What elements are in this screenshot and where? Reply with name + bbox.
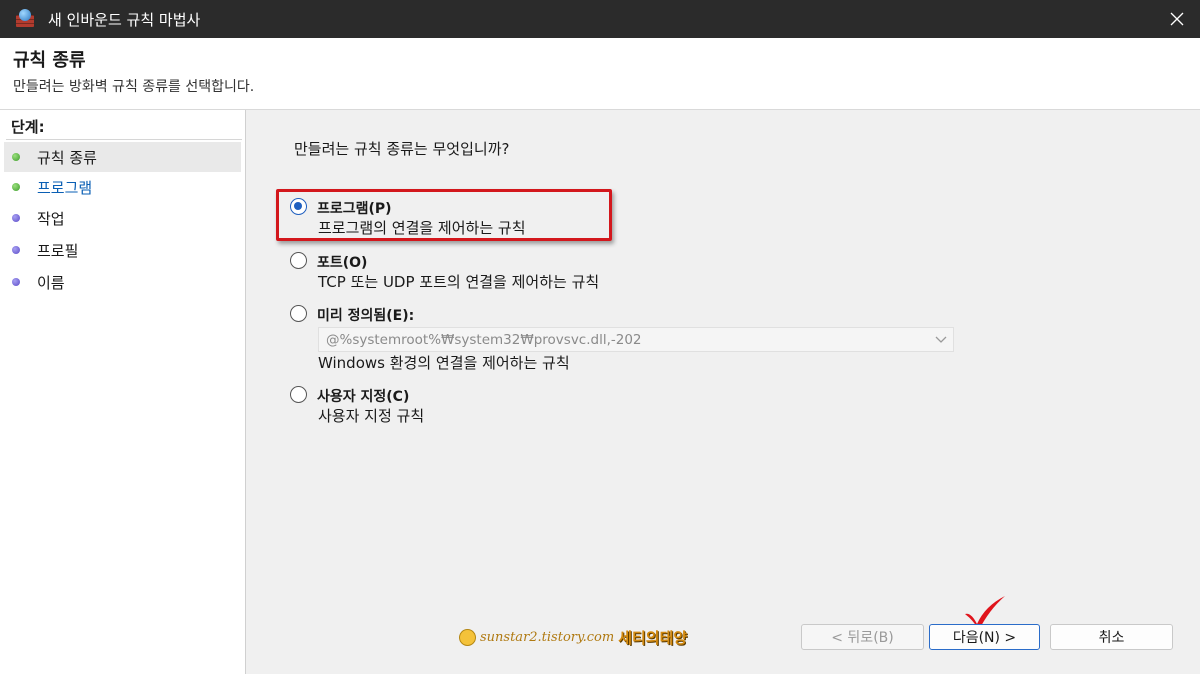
chevron-down-icon [935, 336, 947, 343]
step-label: 프로그램 [37, 178, 93, 197]
smiley-icon [459, 629, 476, 646]
predefined-select[interactable]: @%systemroot%₩system32₩provsvc.dll,-202 [318, 327, 954, 352]
radio-port[interactable] [290, 252, 307, 269]
step-pending-icon [12, 278, 20, 286]
step-program[interactable]: 프로그램 [4, 172, 241, 202]
back-button[interactable]: < 뒤로(B) [801, 624, 924, 650]
step-pending-icon [12, 246, 20, 254]
step-action[interactable]: 작업 [4, 203, 241, 233]
option-title: 미리 정의됨(E): [317, 308, 415, 324]
predefined-value: @%systemroot%₩system32₩provsvc.dll,-202 [326, 331, 642, 348]
step-done-icon [12, 183, 20, 191]
option-description: 프로그램의 연결을 제어하는 규칙 [318, 219, 526, 237]
option-title: 사용자 지정(C) [317, 389, 410, 405]
step-label: 프로필 [37, 241, 79, 260]
steps-label: 단계: [11, 118, 45, 136]
divider [6, 139, 242, 140]
option-description: TCP 또는 UDP 포트의 연결을 제어하는 규칙 [318, 273, 600, 291]
option-description: Windows 환경의 연결을 제어하는 규칙 [318, 354, 570, 372]
step-profile[interactable]: 프로필 [4, 235, 241, 265]
close-button[interactable] [1154, 0, 1200, 38]
option-title: 프로그램(P) [317, 201, 392, 217]
radio-custom[interactable] [290, 386, 307, 403]
title-bar: 새 인바운드 규칙 마법사 [0, 0, 1200, 38]
option-title: 포트(O) [317, 255, 368, 271]
step-rule-type[interactable]: 규칙 종류 [4, 142, 241, 172]
radio-program[interactable] [290, 198, 307, 215]
steps-sidebar: 단계: 규칙 종류 프로그램 작업 프로필 이름 [0, 110, 246, 674]
step-pending-icon [12, 214, 20, 222]
close-icon [1170, 12, 1184, 26]
step-done-icon [12, 153, 20, 161]
wizard-header: 규칙 종류 만들려는 방화벽 규칙 종류를 선택합니다. [0, 38, 1200, 110]
window-title: 새 인바운드 규칙 마법사 [48, 10, 201, 29]
step-label: 이름 [37, 273, 65, 292]
main-panel: 만들려는 규칙 종류는 무엇입니까? 프로그램(P) 프로그램의 연결을 제어하… [247, 110, 1200, 674]
step-label: 규칙 종류 [37, 148, 97, 167]
next-button[interactable]: 다음(N) > [929, 624, 1040, 650]
watermark: sunstar2.tistory.com 세티의태양 [459, 627, 687, 648]
question-text: 만들려는 규칙 종류는 무엇입니까? [294, 140, 510, 158]
radio-predefined[interactable] [290, 305, 307, 322]
watermark-url: sunstar2.tistory.com [480, 630, 615, 645]
cancel-button[interactable]: 취소 [1050, 624, 1173, 650]
option-description: 사용자 지정 규칙 [318, 407, 425, 425]
page-title: 규칙 종류 [13, 50, 86, 71]
page-subtitle: 만들려는 방화벽 규칙 종류를 선택합니다. [13, 79, 255, 95]
step-label: 작업 [37, 209, 65, 228]
step-name[interactable]: 이름 [4, 267, 241, 297]
watermark-name: 세티의태양 [618, 629, 688, 647]
firewall-icon [14, 9, 38, 29]
